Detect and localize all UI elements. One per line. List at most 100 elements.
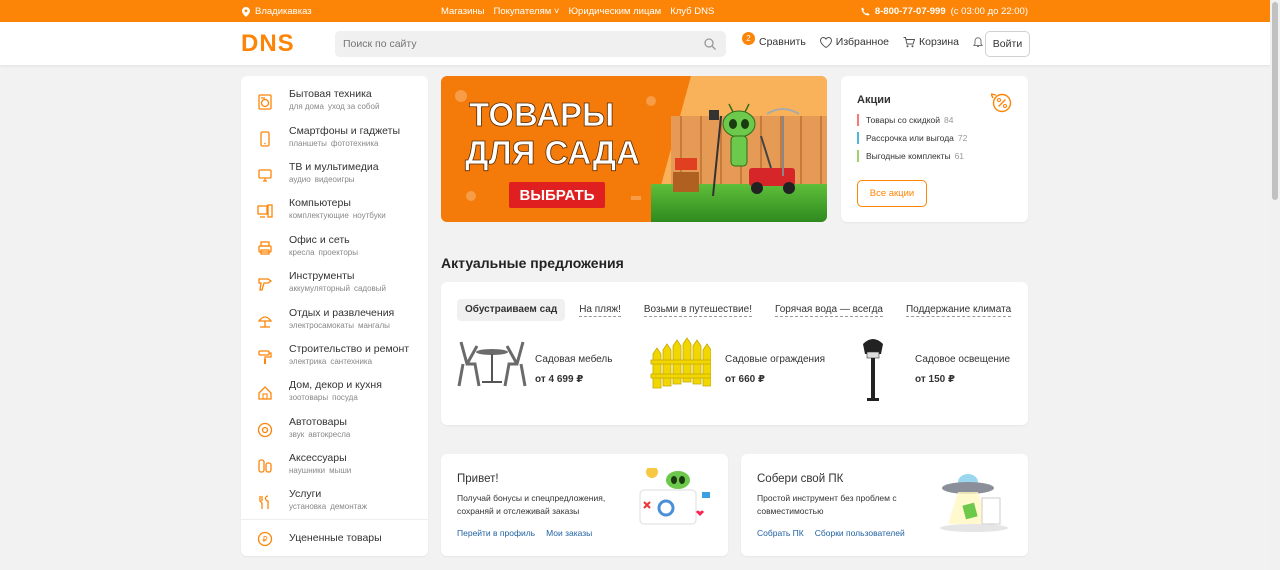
- catalog-subcategory-link[interactable]: садовый: [354, 284, 386, 293]
- catalog-subcategory-link[interactable]: звук: [289, 430, 304, 439]
- offer-tab[interactable]: На пляж!: [579, 304, 621, 317]
- catalog-subcategory-link[interactable]: фототехника: [331, 139, 379, 148]
- catalog-item[interactable]: Офис и сеть кресла проекторы: [241, 234, 428, 270]
- promotion-link[interactable]: Товары со скидкой 84: [857, 114, 967, 126]
- catalog-subcategory-link[interactable]: электросамокаты: [289, 321, 354, 330]
- catalog-subcategory-link[interactable]: мыши: [329, 466, 351, 475]
- location-pin-icon: [242, 6, 250, 17]
- build-pc-card-description: Простой инструмент без проблем с совмест…: [757, 493, 897, 516]
- heart-icon: [819, 36, 832, 48]
- login-button[interactable]: Войти: [985, 31, 1030, 57]
- catalog-subcategory-link[interactable]: аккумуляторный: [289, 284, 350, 293]
- catalog-item[interactable]: Автотовары звук автокресла: [241, 416, 428, 452]
- catalog-subcategory-link[interactable]: ноутбуки: [353, 211, 386, 220]
- link-customers[interactable]: Покупателям ˅: [493, 6, 559, 17]
- chevron-down-icon: ˅: [551, 6, 560, 17]
- catalog-item[interactable]: Смартфоны и гаджеты планшеты фототехника: [241, 125, 428, 161]
- dns-logo[interactable]: DNS: [241, 31, 321, 55]
- catalog-subcategory-link[interactable]: демонтаж: [330, 502, 367, 511]
- catalog-item[interactable]: Инструменты аккумуляторный садовый: [241, 270, 428, 306]
- catalog-subcategory-link[interactable]: кресла: [289, 248, 315, 257]
- product-garden-fences[interactable]: Садовые ограждения от 660 ₽: [649, 334, 839, 404]
- catalog-item[interactable]: Услуги установка демонтаж: [241, 488, 428, 524]
- offer-tab[interactable]: Горячая вода — всегда: [774, 304, 883, 317]
- product-garden-lighting[interactable]: Садовое освещение от 150 ₽: [855, 334, 1025, 404]
- phone-hours: (с 03:00 до 22:00): [950, 6, 1028, 17]
- user-builds-link[interactable]: Сборки пользователей: [815, 528, 905, 538]
- offers-section-title: Актуальные предложения: [441, 255, 624, 271]
- catalog-item[interactable]: Отдых и развлечения электросамокаты мангал…: [241, 307, 428, 343]
- catalog-discounted-label: Уцененные товары: [289, 532, 382, 544]
- notifications-button[interactable]: [973, 36, 984, 48]
- compare-button[interactable]: 2 Сравнить: [742, 32, 806, 48]
- product-name: Садовая мебель: [535, 354, 613, 365]
- promotions-title: Акции: [857, 94, 891, 106]
- link-legal[interactable]: Юридическим лицам: [568, 6, 661, 17]
- catalog-item[interactable]: Аксессуары наушники мыши: [241, 452, 428, 488]
- page-scrollbar[interactable]: [1270, 0, 1280, 570]
- catalog-item[interactable]: Бытовая техника для дома уход за собой: [241, 88, 428, 124]
- catalog-subcategory-link[interactable]: уход за собой: [328, 102, 379, 111]
- phone-block[interactable]: 8-800-77-07-999 (с 03:00 до 22:00): [861, 6, 1028, 17]
- catalog-item-subcategories: установка демонтаж: [289, 501, 371, 512]
- offer-tab[interactable]: Возьми в путешествие!: [643, 304, 752, 317]
- product-name: Садовые ограждения: [725, 354, 826, 365]
- catalog-item-subcategories: электросамокаты мангалы: [289, 320, 394, 331]
- catalog-subcategory-link[interactable]: наушники: [289, 466, 325, 475]
- catalog-subcategory-link[interactable]: сантехника: [330, 357, 372, 366]
- promo-banner[interactable]: ТОВАРЫ ДЛЯ САДА ВЫБРАТЬ: [441, 76, 827, 222]
- product-price: от 4 699 ₽: [535, 374, 584, 385]
- catalog-subcategory-link[interactable]: видеоигры: [315, 175, 355, 184]
- catalog-subcategory-link[interactable]: комплектующие: [289, 211, 349, 220]
- catalog-item-title: Смартфоны и гаджеты: [289, 125, 401, 137]
- catalog-item[interactable]: Компьютеры комплектующие ноутбуки: [241, 197, 428, 233]
- catalog-item-discounted[interactable]: ₽ Уцененные товары: [241, 531, 428, 567]
- top-bar: Владикавказ Магазины Покупателям ˅ Юриди…: [0, 0, 1270, 22]
- offer-tab[interactable]: Обустраиваем сад: [457, 299, 566, 321]
- logo-text: DNS: [241, 31, 295, 55]
- catalog-subcategory-link[interactable]: проекторы: [319, 248, 359, 257]
- profile-card: Привет! Получай бонусы и спецпредложения…: [441, 454, 728, 556]
- catalog-subcategory-link[interactable]: для дома: [289, 102, 324, 111]
- catalog-subcategory-link[interactable]: аудио: [289, 175, 311, 184]
- catalog-subcategory-link[interactable]: электрика: [289, 357, 326, 366]
- search-icon[interactable]: [704, 38, 716, 50]
- city-selector[interactable]: Владикавказ: [242, 6, 312, 17]
- search-input[interactable]: [335, 31, 726, 57]
- profile-link[interactable]: Перейти в профиль: [457, 528, 535, 538]
- my-orders-link[interactable]: Мои заказы: [546, 528, 592, 538]
- catalog-item-subcategories: звук автокресла: [289, 429, 354, 440]
- profile-illustration: [639, 468, 710, 525]
- catalog-item-title: Бытовая техника: [289, 88, 372, 100]
- city-name: Владикавказ: [255, 6, 312, 17]
- profile-card-description: Получай бонусы и спецпредложения, сохран…: [457, 493, 606, 516]
- favorites-button[interactable]: Избранное: [819, 36, 889, 48]
- catalog-item-title: ТВ и мультимедиа: [289, 161, 379, 173]
- catalog-item-subcategories: наушники мыши: [289, 465, 355, 476]
- catalog-subcategory-link[interactable]: посуда: [332, 393, 358, 402]
- catalog-item[interactable]: Строительство и ремонт электрика сантехник…: [241, 343, 428, 379]
- catalog-subcategory-link[interactable]: мангалы: [358, 321, 390, 330]
- catalog-subcategory-link[interactable]: зоотовары: [289, 393, 328, 402]
- catalog-subcategory-link[interactable]: автокресла: [308, 430, 350, 439]
- catalog-subcategory-link[interactable]: установка: [289, 502, 326, 511]
- cart-button[interactable]: Корзина: [903, 36, 959, 48]
- link-stores[interactable]: Магазины: [441, 6, 484, 17]
- link-club[interactable]: Клуб DNS: [670, 6, 714, 17]
- catalog-item-subcategories: зоотовары посуда: [289, 392, 382, 403]
- discount-percent-icon: [991, 93, 1012, 113]
- promotion-link[interactable]: Рассрочка или выгода 72: [857, 132, 967, 144]
- product-garden-furniture[interactable]: Садовая мебель от 4 699 ₽: [457, 334, 637, 404]
- catalog-item-title: Услуги: [289, 488, 322, 500]
- promotion-link[interactable]: Выгодные комплекты 61: [857, 150, 967, 162]
- catalog-item[interactable]: ТВ и мультимедиа аудио видеоигры: [241, 161, 428, 197]
- catalog-subcategory-link[interactable]: планшеты: [289, 139, 327, 148]
- build-pc-card: Собери свой ПК Простой инструмент без пр…: [741, 454, 1028, 556]
- computer-icon: [257, 204, 273, 218]
- catalog-item[interactable]: Дом, декор и кухня зоотовары посуда: [241, 379, 428, 415]
- scrollbar-thumb[interactable]: [1272, 2, 1278, 200]
- offer-tab[interactable]: Поддержание климата: [905, 304, 1012, 317]
- build-pc-link[interactable]: Собрать ПК: [757, 528, 804, 538]
- catalog-item-title: Компьютеры: [289, 197, 351, 209]
- all-promotions-button[interactable]: Все акции: [857, 180, 927, 207]
